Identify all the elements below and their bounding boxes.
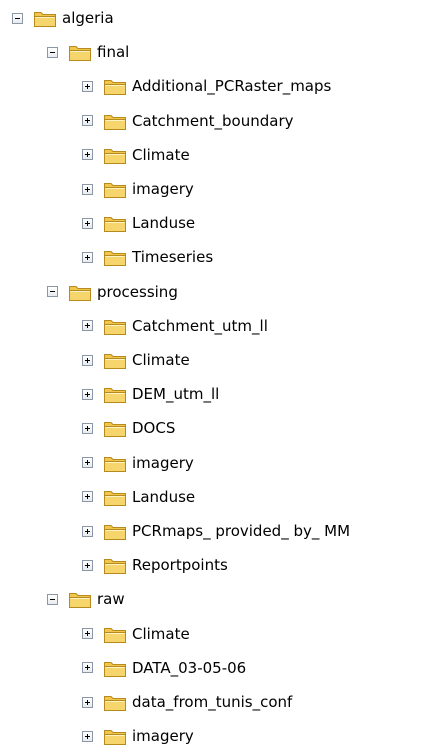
- expand-icon[interactable]: [82, 422, 93, 434]
- expand-icon[interactable]: [82, 559, 93, 571]
- expand-icon[interactable]: [82, 217, 93, 229]
- folder-icon: [104, 696, 126, 711]
- folder-icon: [104, 490, 126, 506]
- tree-node-label[interactable]: Additional_PCRaster_maps: [132, 77, 331, 95]
- tree-node-label[interactable]: imagery: [132, 454, 194, 472]
- tree-node-label[interactable]: processing: [97, 283, 178, 301]
- expand-icon[interactable]: [82, 183, 93, 195]
- tree-node[interactable]: Reportpoints: [82, 548, 228, 582]
- tree-node-label[interactable]: DOCS: [132, 419, 175, 437]
- collapse-icon[interactable]: [47, 286, 58, 298]
- tree-node-label[interactable]: Landuse: [132, 488, 195, 506]
- expand-icon[interactable]: [82, 662, 93, 674]
- tree-node[interactable]: Additional_PCRaster_maps: [82, 69, 331, 103]
- expand-icon[interactable]: [82, 320, 93, 332]
- folder-icon: [104, 148, 126, 164]
- tree-node[interactable]: Climate: [82, 617, 190, 651]
- tree-node[interactable]: Landuse: [82, 480, 195, 514]
- expand-icon[interactable]: [82, 525, 93, 537]
- tree-node[interactable]: DATA_03-05-06: [82, 651, 246, 685]
- tree-node[interactable]: raw: [47, 582, 125, 616]
- folder-icon: [104, 661, 126, 677]
- folder-icon: [69, 593, 91, 609]
- tree-node[interactable]: data_from_tunis_conf: [82, 685, 292, 719]
- tree-node[interactable]: algeria: [12, 1, 114, 35]
- tree-node[interactable]: PCRmaps_ provided_ by_ MM: [82, 514, 350, 548]
- expand-icon[interactable]: [82, 354, 93, 366]
- tree-node-label[interactable]: imagery: [132, 180, 194, 198]
- expand-icon[interactable]: [82, 491, 93, 503]
- folder-icon: [104, 525, 126, 540]
- folder-icon: [104, 354, 126, 369]
- collapse-icon[interactable]: [12, 12, 23, 24]
- expand-icon[interactable]: [82, 388, 93, 400]
- tree-node-label[interactable]: Catchment_boundary: [132, 112, 294, 130]
- folder-icon: [104, 388, 126, 404]
- tree-node[interactable]: imagery: [82, 172, 194, 206]
- folder-icon: [104, 80, 126, 96]
- folder-icon: [104, 319, 126, 335]
- tree-node[interactable]: Climate: [82, 343, 190, 377]
- tree-node-label[interactable]: Climate: [132, 351, 190, 369]
- tree-node-label[interactable]: PCRmaps_ provided_ by_ MM: [132, 522, 350, 540]
- tree-node[interactable]: imagery: [82, 446, 194, 480]
- tree-node[interactable]: DEM_utm_ll: [82, 377, 219, 411]
- tree-node-label[interactable]: Landuse: [132, 214, 195, 232]
- expand-icon[interactable]: [82, 80, 93, 92]
- tree-node-label[interactable]: final: [97, 43, 129, 61]
- expand-icon[interactable]: [82, 149, 93, 161]
- tree-node-label[interactable]: Climate: [132, 146, 190, 164]
- tree-node-label[interactable]: DATA_03-05-06: [132, 659, 246, 677]
- folder-icon: [104, 251, 126, 267]
- folder-icon: [104, 559, 126, 575]
- tree-node[interactable]: Catchment_boundary: [82, 104, 294, 138]
- expand-icon[interactable]: [82, 696, 93, 708]
- tree-node[interactable]: Landuse: [82, 206, 195, 240]
- tree-node-label[interactable]: imagery: [132, 727, 194, 745]
- folder-tree: algeria final Additional_PCRaster_maps Catc…: [0, 0, 447, 751]
- tree-node[interactable]: DOCS: [82, 411, 175, 445]
- collapse-icon[interactable]: [47, 46, 58, 58]
- tree-node[interactable]: Timeseries: [82, 240, 213, 274]
- folder-icon: [104, 627, 126, 643]
- tree-node-label[interactable]: Climate: [132, 625, 190, 643]
- collapse-icon[interactable]: [47, 593, 58, 605]
- tree-node[interactable]: final: [47, 35, 129, 69]
- tree-node-label[interactable]: raw: [97, 590, 125, 608]
- expand-icon[interactable]: [82, 115, 93, 127]
- folder-icon: [104, 183, 126, 198]
- folder-icon: [104, 456, 126, 472]
- tree-node-label[interactable]: Reportpoints: [132, 556, 228, 574]
- tree-node[interactable]: Catchment_utm_ll: [82, 309, 268, 343]
- tree-node-label[interactable]: algeria: [62, 9, 114, 27]
- tree-node-label[interactable]: Timeseries: [132, 248, 213, 266]
- expand-icon[interactable]: [82, 628, 93, 640]
- folder-icon: [104, 730, 126, 746]
- folder-icon: [104, 114, 126, 130]
- tree-node-label[interactable]: data_from_tunis_conf: [132, 693, 292, 711]
- expand-icon[interactable]: [82, 457, 93, 469]
- folder-icon: [69, 285, 91, 301]
- tree-node[interactable]: processing: [47, 275, 178, 309]
- folder-icon: [104, 217, 126, 233]
- expand-icon[interactable]: [82, 730, 93, 742]
- tree-node[interactable]: imagery: [82, 719, 194, 753]
- folder-icon: [104, 422, 126, 438]
- expand-icon[interactable]: [82, 251, 93, 263]
- folder-icon: [69, 46, 91, 62]
- folder-icon: [34, 12, 56, 27]
- tree-node-label[interactable]: Catchment_utm_ll: [132, 317, 268, 335]
- tree-node[interactable]: Climate: [82, 138, 190, 172]
- tree-node-label[interactable]: DEM_utm_ll: [132, 385, 219, 403]
